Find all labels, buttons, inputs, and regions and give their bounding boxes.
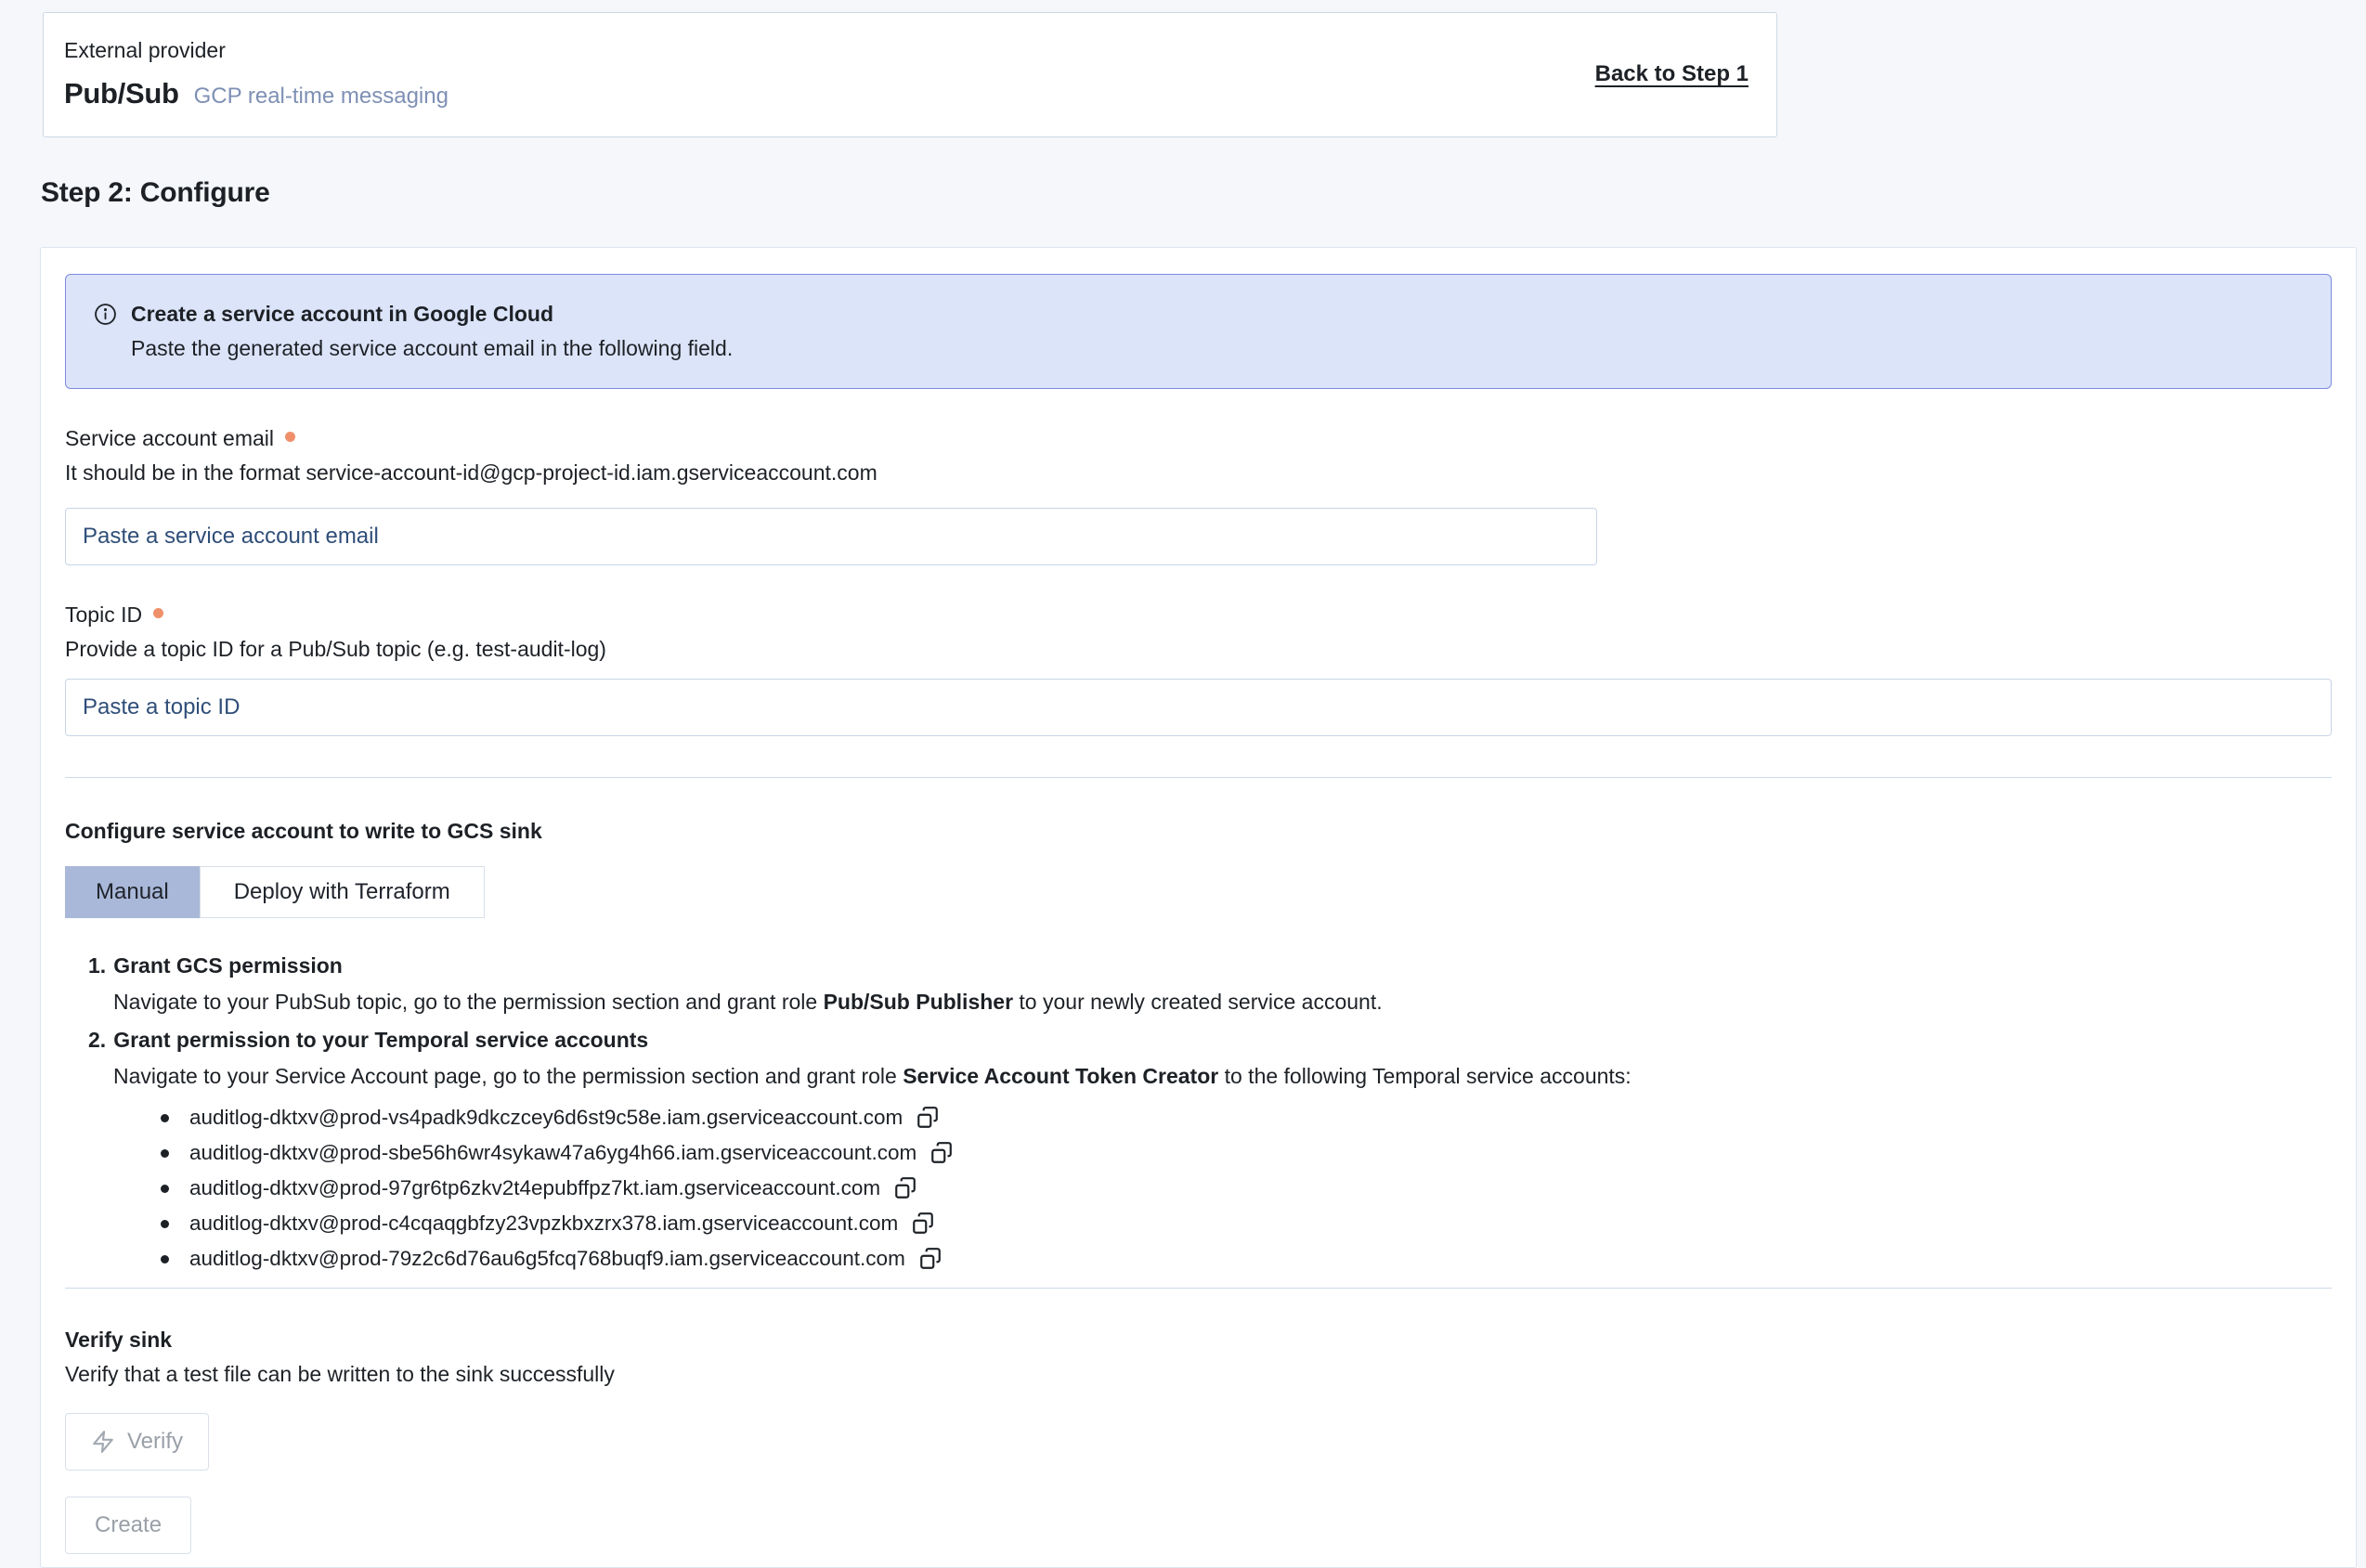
info-icon xyxy=(94,303,117,326)
sink-method-tabs: Manual Deploy with Terraform xyxy=(65,866,2332,918)
service-account-email-label-text: Service account email xyxy=(65,426,274,450)
service-account-email: auditlog-dktxv@prod-vs4padk9dkczcey6d6st… xyxy=(189,1104,903,1132)
service-account-email-input[interactable] xyxy=(65,508,1597,565)
list-item: auditlog-dktxv@prod-79z2c6d76au6g5fcq768… xyxy=(161,1241,2332,1276)
tab-manual[interactable]: Manual xyxy=(65,866,200,918)
info-alert-body: Paste the generated service account emai… xyxy=(131,334,733,363)
list-item: auditlog-dktxv@prod-sbe56h6wr4sykaw47a6y… xyxy=(161,1135,2332,1171)
provider-name: Pub/Sub xyxy=(64,74,179,113)
verify-button[interactable]: Verify xyxy=(65,1413,209,1471)
verify-sink-title: Verify sink xyxy=(65,1326,2332,1354)
info-alert-title: Create a service account in Google Cloud xyxy=(131,300,733,329)
step-1-body-prefix: Navigate to your PubSub topic, go to the… xyxy=(113,990,824,1014)
step-2-heading: 2. Grant permission to your Temporal serv… xyxy=(88,1026,2332,1055)
copy-icon[interactable] xyxy=(928,1139,956,1167)
list-item: auditlog-dktxv@prod-vs4padk9dkczcey6d6st… xyxy=(161,1100,2332,1135)
section-divider xyxy=(65,777,2332,778)
configure-card: Create a service account in Google Cloud… xyxy=(40,247,2357,1568)
zap-icon xyxy=(91,1430,115,1454)
step-1-body: Navigate to your PubSub topic, go to the… xyxy=(113,988,2332,1017)
verify-button-label: Verify xyxy=(127,1429,183,1455)
service-account-email: auditlog-dktxv@prod-97gr6tp6zkv2t4epubff… xyxy=(189,1174,880,1202)
copy-icon[interactable] xyxy=(891,1174,919,1202)
tab-deploy-terraform[interactable]: Deploy with Terraform xyxy=(200,866,485,918)
topic-id-label: Topic ID xyxy=(65,601,2332,629)
copy-icon[interactable] xyxy=(914,1104,942,1132)
info-alert-text: Create a service account in Google Cloud… xyxy=(131,300,733,363)
step-1-number: 1. xyxy=(88,952,106,980)
topic-id-input[interactable] xyxy=(65,679,2332,736)
required-dot xyxy=(153,608,163,618)
sink-section-title: Configure service account to write to GC… xyxy=(65,817,2332,846)
step-2-body-prefix: Navigate to your Service Account page, g… xyxy=(113,1064,903,1088)
topic-id-label-text: Topic ID xyxy=(65,603,142,627)
service-account-email: auditlog-dktxv@prod-sbe56h6wr4sykaw47a6y… xyxy=(189,1139,916,1167)
step-1-title: Grant GCS permission xyxy=(113,953,343,978)
info-alert: Create a service account in Google Cloud… xyxy=(65,274,2332,389)
topic-id-helper: Provide a topic ID for a Pub/Sub topic (… xyxy=(65,635,2332,664)
list-item: auditlog-dktxv@prod-97gr6tp6zkv2t4epubff… xyxy=(161,1171,2332,1206)
step-1-role-name: Pub/Sub Publisher xyxy=(824,990,1013,1014)
step-1-body-suffix: to your newly created service account. xyxy=(1013,990,1383,1014)
step-2-role-name: Service Account Token Creator xyxy=(903,1064,1218,1088)
step-1-heading: 1. Grant GCS permission xyxy=(88,952,2332,980)
step-2-body: Navigate to your Service Account page, g… xyxy=(113,1062,2332,1091)
bullet-icon xyxy=(161,1149,169,1158)
bullet-icon xyxy=(161,1114,169,1122)
required-dot xyxy=(285,432,295,442)
provider-subtitle: GCP real-time messaging xyxy=(194,82,448,111)
service-account-email: auditlog-dktxv@prod-c4cqaqgbfzy23vpzkbxz… xyxy=(189,1210,898,1238)
bullet-icon xyxy=(161,1220,169,1228)
bullet-icon xyxy=(161,1185,169,1193)
service-account-email-label: Service account email xyxy=(65,424,2332,453)
back-to-step-1-link[interactable]: Back to Step 1 xyxy=(1595,59,1748,89)
create-button[interactable]: Create xyxy=(65,1497,191,1554)
page-title: Step 2: Configure xyxy=(41,175,2366,213)
list-item: auditlog-dktxv@prod-c4cqaqgbfzy23vpzkbxz… xyxy=(161,1206,2332,1241)
provider-meta: External provider Pub/Sub GCP real-time … xyxy=(64,36,448,113)
provider-title-row: Pub/Sub GCP real-time messaging xyxy=(64,74,448,113)
bullet-icon xyxy=(161,1255,169,1263)
copy-icon[interactable] xyxy=(909,1210,937,1238)
provider-eyebrow: External provider xyxy=(64,36,448,65)
service-account-email: auditlog-dktxv@prod-79z2c6d76au6g5fcq768… xyxy=(189,1245,905,1273)
manual-steps: 1. Grant GCS permission Navigate to your … xyxy=(88,952,2332,1276)
step-2-number: 2. xyxy=(88,1026,106,1055)
step-2-body-suffix: to the following Temporal service accoun… xyxy=(1218,1064,1631,1088)
service-account-email-helper: It should be in the format service-accou… xyxy=(65,459,2332,487)
copy-icon[interactable] xyxy=(916,1245,944,1273)
verify-sink-helper: Verify that a test file can be written t… xyxy=(65,1360,2332,1389)
temporal-service-account-list: auditlog-dktxv@prod-vs4padk9dkczcey6d6st… xyxy=(161,1100,2332,1276)
create-button-label: Create xyxy=(95,1512,162,1538)
step-2-title: Grant permission to your Temporal servic… xyxy=(113,1028,648,1052)
provider-card: External provider Pub/Sub GCP real-time … xyxy=(43,12,1777,137)
section-divider xyxy=(65,1288,2332,1289)
